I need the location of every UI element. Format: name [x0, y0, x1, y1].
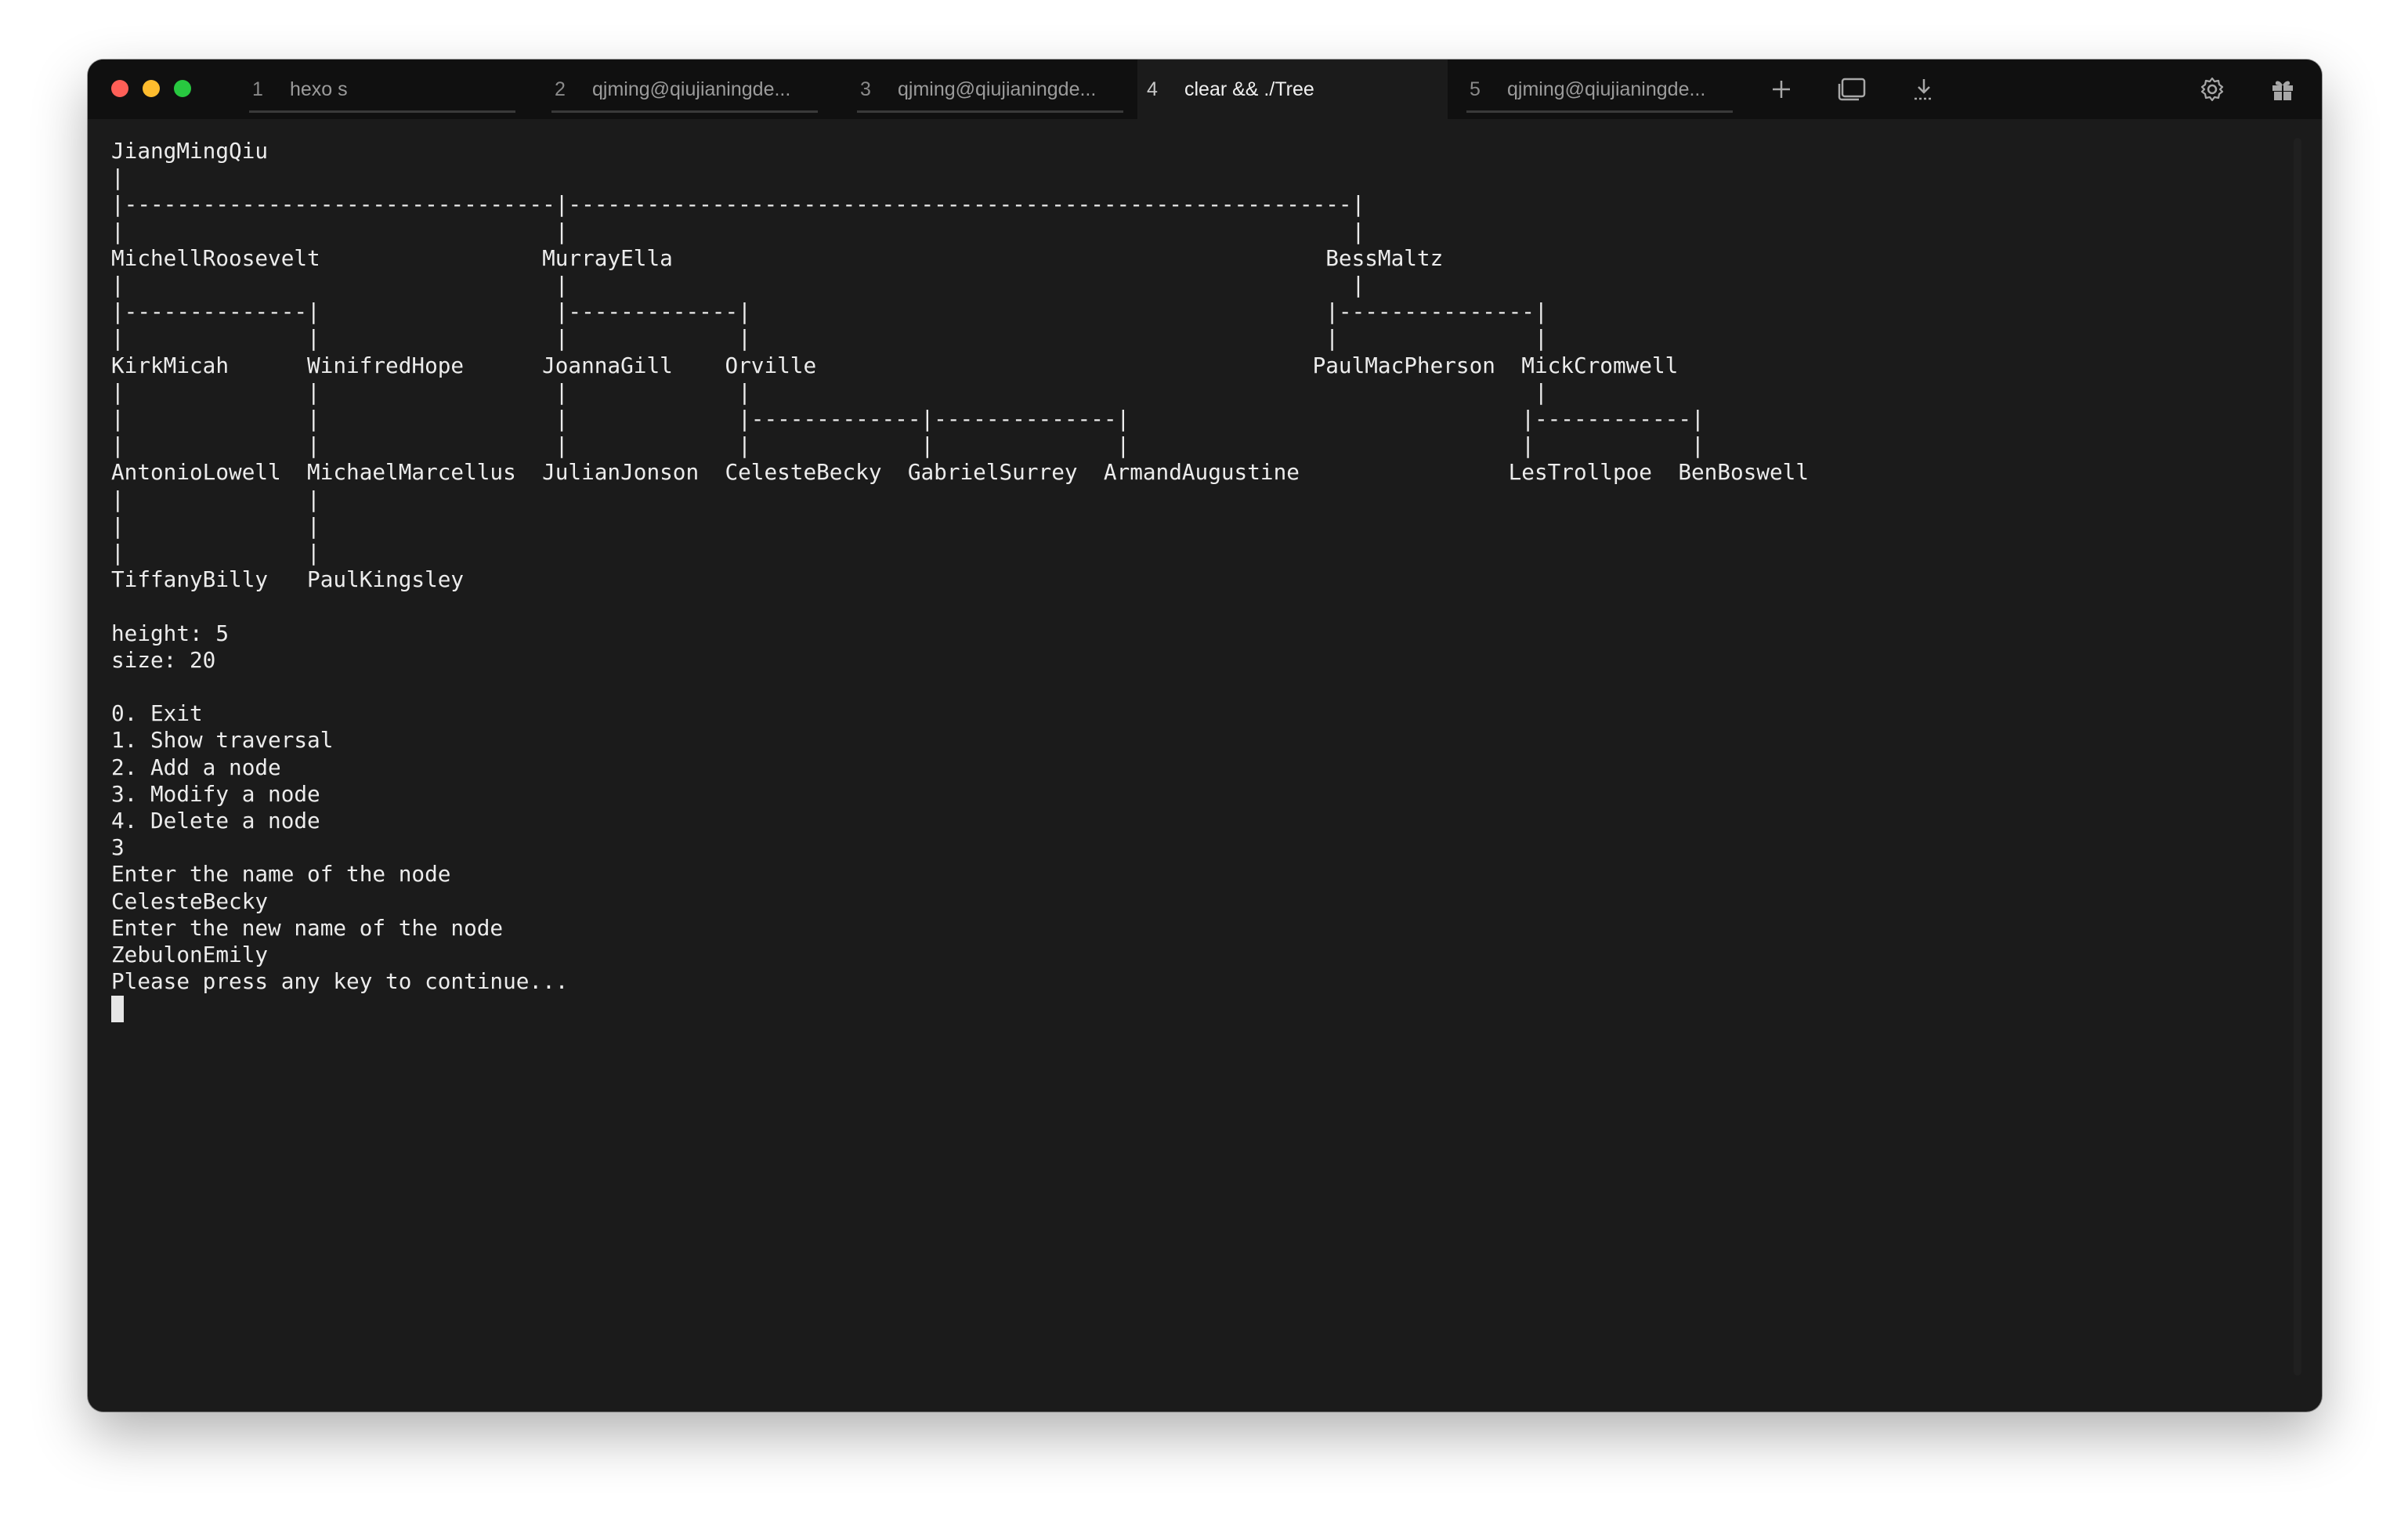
terminal-line: 2. Add a node	[111, 754, 281, 780]
tab-title: qjming@qiujianingde...	[592, 78, 791, 100]
terminal-line: Enter the new name of the node	[111, 914, 504, 941]
terminal-line: |---------------------------------|-----…	[111, 191, 1365, 218]
terminal-line: Please press any key to continue...	[111, 968, 569, 995]
tab-2[interactable]: 2 qjming@qiujianingde...	[545, 60, 824, 119]
plus-icon[interactable]	[1766, 74, 1797, 105]
terminal-line: 3. Modify a node	[111, 780, 320, 807]
terminal-line: | | |	[111, 272, 1365, 298]
terminal-line: | |	[111, 540, 320, 566]
window-icon[interactable]	[1836, 74, 1867, 105]
tab-underline	[249, 110, 515, 113]
terminal-line: KirkMicah WinifredHope JoannaGill Orvill…	[111, 352, 1679, 378]
tab-number: 1	[252, 78, 263, 100]
terminal-line: | |	[111, 486, 320, 512]
terminal-line: | |	[111, 512, 320, 539]
terminal-line: 1. Show traversal	[111, 727, 334, 754]
tab-title: hexo s	[290, 78, 348, 100]
terminal-line: | | | | | |	[111, 325, 1548, 352]
terminal-line: JiangMingQiu	[111, 138, 269, 164]
terminal-line: height: 5	[111, 620, 230, 646]
download-icon[interactable]	[1908, 74, 1940, 105]
gear-icon[interactable]	[2196, 74, 2228, 105]
title-bar: 1 hexo s 2 qjming@qiujianingde... 3 qjmi…	[88, 60, 2322, 119]
tab-number: 5	[1470, 78, 1481, 100]
tab-title: qjming@qiujianingde...	[1507, 78, 1706, 100]
terminal-output[interactable]: JiangMingQiu | |--------------------------…	[111, 138, 2289, 1391]
tab-1[interactable]: 1 hexo s	[243, 60, 522, 119]
terminal-line: AntonioLowell MichaelMarcellus JulianJon…	[111, 459, 1810, 486]
terminal-line: TiffanyBilly PaulKingsley	[111, 566, 465, 593]
scrollbar[interactable]	[2294, 138, 2301, 1376]
tab-5[interactable]: 5 qjming@qiujianingde...	[1460, 60, 1739, 119]
terminal-line: MichellRoosevelt MurrayElla BessMaltz	[111, 244, 1444, 271]
terminal-line: | | | |-------------|--------------| |--…	[111, 406, 1705, 432]
tab-underline	[857, 110, 1123, 113]
close-window-button[interactable]	[111, 80, 128, 97]
tab-number: 4	[1147, 78, 1158, 100]
tab-3[interactable]: 3 qjming@qiujianingde...	[851, 60, 1130, 119]
zoom-window-button[interactable]	[174, 80, 191, 97]
terminal-line: | | |	[111, 218, 1365, 244]
terminal-window: 1 hexo s 2 qjming@qiujianingde... 3 qjmi…	[88, 60, 2322, 1412]
terminal-line: ZebulonEmily	[111, 942, 269, 968]
terminal-line: 3	[111, 834, 125, 861]
tab-number: 2	[555, 78, 566, 100]
terminal-line: Enter the name of the node	[111, 861, 451, 888]
terminal-cursor	[111, 996, 124, 1022]
minimize-window-button[interactable]	[143, 80, 160, 97]
terminal-line: size: 20	[111, 646, 216, 673]
tab-4-active[interactable]: 4 clear && ./Tree	[1137, 60, 1448, 119]
terminal-line: CelesteBecky	[111, 888, 269, 914]
terminal-line: 4. Delete a node	[111, 808, 320, 834]
tab-title: clear && ./Tree	[1184, 78, 1314, 100]
terminal-line: 0. Exit	[111, 700, 203, 727]
tab-underline	[551, 110, 818, 113]
terminal-line: |	[111, 165, 125, 191]
terminal-line: | | | | |	[111, 378, 1548, 405]
terminal-line: | | | | | | | |	[111, 432, 1705, 459]
gift-icon[interactable]	[2267, 74, 2298, 105]
terminal-line: |--------------| |-------------| |------…	[111, 298, 1548, 325]
tab-number: 3	[860, 78, 871, 100]
tab-title: qjming@qiujianingde...	[898, 78, 1097, 100]
tab-underline	[1466, 110, 1733, 113]
